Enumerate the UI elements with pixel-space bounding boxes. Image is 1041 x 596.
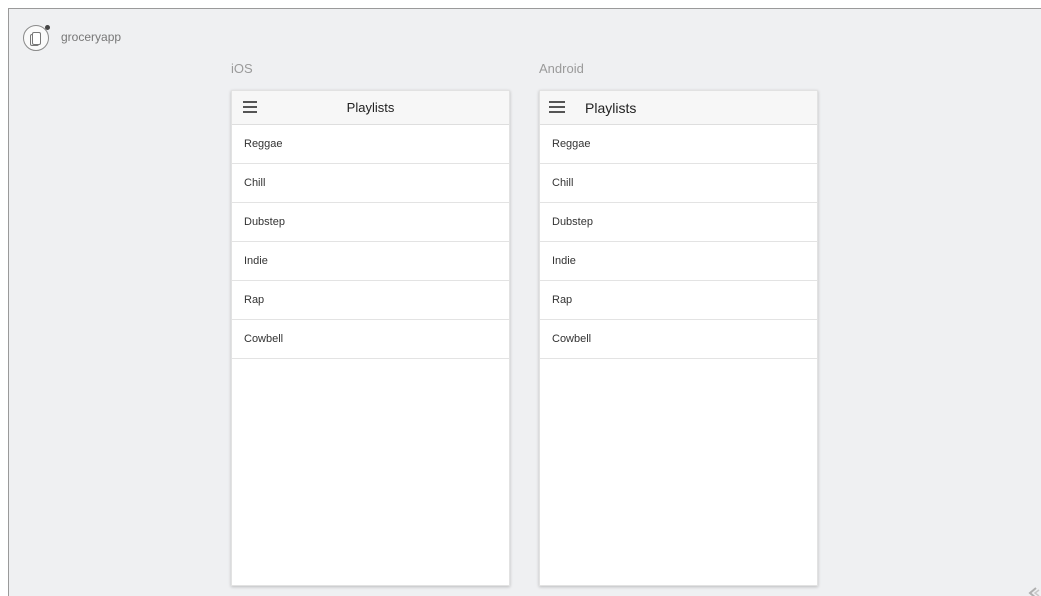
list-item[interactable]: Cowbell [540, 320, 817, 359]
list-item[interactable]: Rap [540, 281, 817, 320]
android-playlist-list: Reggae Chill Dubstep Indie Rap Cowbell [540, 125, 817, 359]
hamburger-menu-icon[interactable] [549, 101, 565, 113]
ios-nav-bar: Playlists [232, 91, 509, 125]
platform-label-android: Android [539, 61, 584, 76]
app-name: groceryapp [61, 30, 122, 44]
android-toolbar-title: Playlists [585, 100, 637, 116]
list-item[interactable]: Dubstep [540, 203, 817, 242]
list-item[interactable]: Indie [232, 242, 509, 281]
platform-label-ios: iOS [231, 61, 253, 76]
list-item[interactable]: Indie [540, 242, 817, 281]
list-item[interactable]: Dubstep [232, 203, 509, 242]
app-logo-icon [23, 25, 50, 51]
list-item[interactable]: Reggae [540, 125, 817, 164]
ios-playlist-list: Reggae Chill Dubstep Indie Rap Cowbell [232, 125, 509, 359]
list-item[interactable]: Reggae [232, 125, 509, 164]
list-item[interactable]: Chill [540, 164, 817, 203]
android-toolbar: Playlists [540, 91, 817, 125]
list-item[interactable]: Chill [232, 164, 509, 203]
list-item[interactable]: Rap [232, 281, 509, 320]
ios-preview: Playlists Reggae Chill Dubstep Indie Rap… [231, 90, 510, 586]
arrow-icon[interactable] [1027, 586, 1041, 596]
android-preview: Playlists Reggae Chill Dubstep Indie Rap… [539, 90, 818, 586]
list-item[interactable]: Cowbell [232, 320, 509, 359]
ios-nav-title: Playlists [346, 100, 395, 115]
lab-window: groceryapp iOS Playlists Reggae Chill Du… [8, 8, 1041, 596]
